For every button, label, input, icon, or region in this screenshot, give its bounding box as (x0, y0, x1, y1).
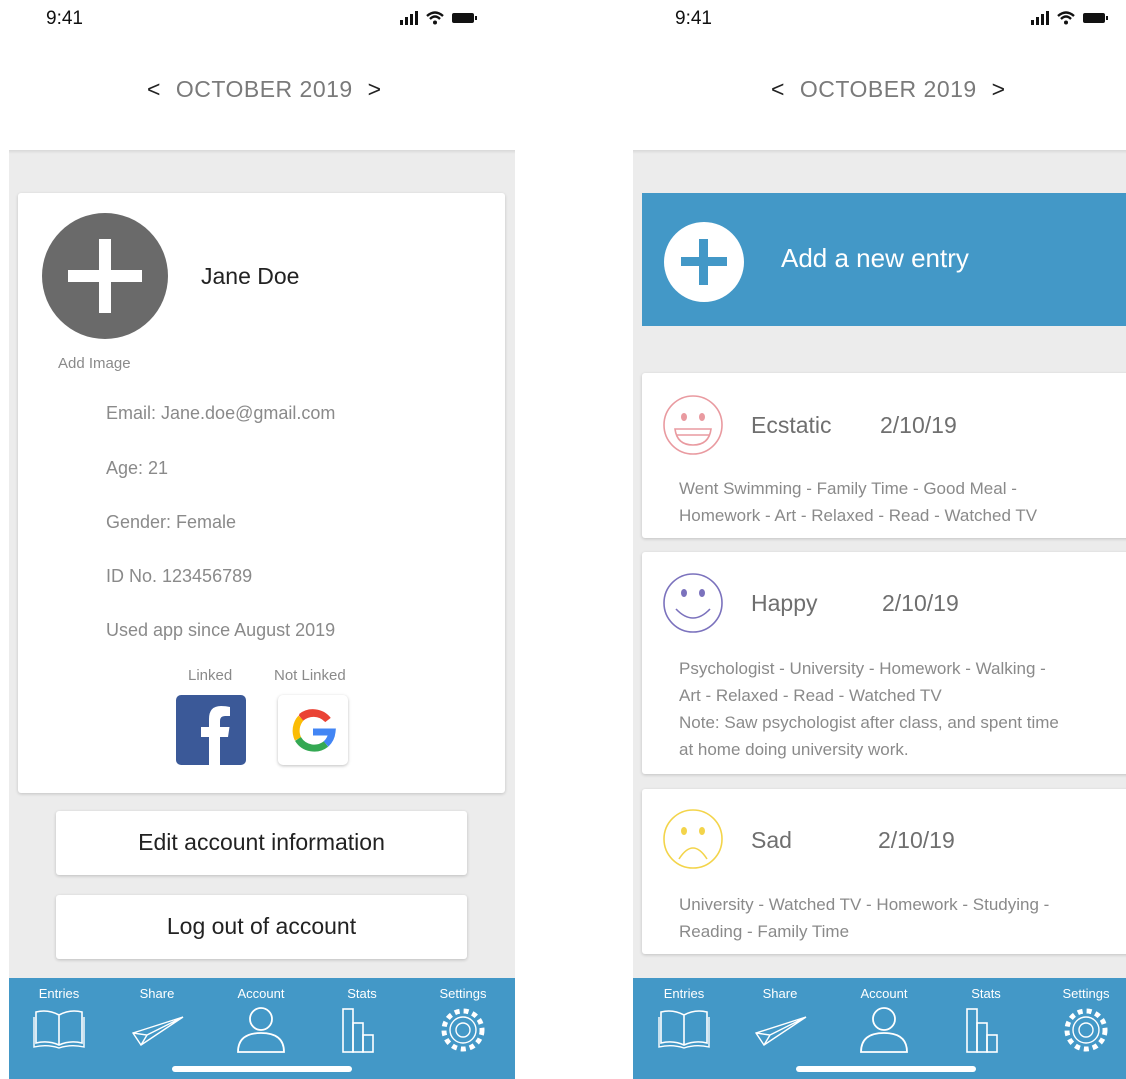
tab-label: Stats (971, 986, 1001, 1001)
month-navigator: < OCTOBER 2019 > (771, 76, 1006, 103)
home-indicator[interactable] (796, 1066, 976, 1072)
mood-label: Happy (751, 590, 818, 616)
next-month-button[interactable]: > (992, 76, 1006, 102)
tags-line: Went Swimming - Family Time - Good Meal … (679, 479, 1017, 498)
sad-face-icon (663, 809, 723, 869)
person-icon (860, 1007, 908, 1053)
tab-account[interactable]: Account (839, 978, 929, 1053)
happy-face-icon (663, 573, 723, 633)
add-entry-label: Add a new entry (781, 243, 969, 273)
note-line: Note: Saw psychologist after class, and … (679, 713, 1059, 732)
tab-label: Settings (1062, 986, 1110, 1001)
tab-label: Entries (38, 986, 80, 1001)
month-navigator: < OCTOBER 2019 > (147, 76, 382, 103)
facebook-status: Linked (188, 667, 233, 684)
entry-date: 2/10/19 (880, 412, 957, 438)
edit-account-button[interactable]: Edit account information (56, 811, 467, 875)
member-since-text: Used app since August 2019 (106, 620, 336, 640)
entry-card[interactable]: Sad 2/10/19 University - Watched TV - Ho… (642, 789, 1126, 954)
mood-label: Sad (751, 827, 792, 853)
tab-bar: Entries Share Account Stats Settings (633, 978, 1126, 1079)
tab-label: Account (237, 986, 285, 1001)
account-screen: 9:41 < OCTOBER 2019 > Jane Doe Add Image… (0, 0, 520, 1079)
add-image-button[interactable] (42, 213, 168, 339)
prev-month-button[interactable]: < (771, 76, 785, 102)
gender-text: Gender: Female (106, 512, 237, 532)
tab-label: Share (762, 986, 798, 1001)
next-month-button[interactable]: > (368, 76, 382, 102)
entry-date: 2/10/19 (882, 590, 959, 616)
gear-icon (1064, 1008, 1108, 1052)
facebook-icon (201, 706, 230, 765)
book-icon (658, 1010, 710, 1049)
tab-account[interactable]: Account (216, 978, 306, 1053)
tab-settings[interactable]: Settings (418, 978, 508, 1053)
google-icon (290, 709, 336, 755)
month-label: OCTOBER 2019 (175, 76, 353, 102)
person-icon (237, 1007, 285, 1053)
tab-label: Entries (663, 986, 705, 1001)
plus-icon (664, 222, 744, 302)
add-image-label: Add Image (58, 355, 131, 372)
tags-line: University - Watched TV - Homework - Stu… (679, 895, 1050, 914)
home-indicator[interactable] (172, 1066, 352, 1072)
entry-card[interactable]: Happy 2/10/19 Psychologist - University … (642, 552, 1126, 774)
status-icons (1031, 11, 1108, 25)
bar-chart-icon (342, 1008, 374, 1053)
tab-label: Share (139, 986, 175, 1001)
facebook-link-button[interactable] (176, 695, 246, 765)
tags-line: Art - Relaxed - Read - Watched TV (679, 686, 942, 705)
google-link-button[interactable] (278, 695, 348, 765)
entry-tags: University - Watched TV - Homework - Stu… (679, 891, 1119, 945)
email-text: Email: Jane.doe@gmail.com (106, 403, 336, 423)
age-text: Age: 21 (106, 458, 169, 478)
tab-stats[interactable]: Stats (941, 978, 1031, 1053)
divider (633, 150, 1126, 154)
divider (9, 150, 515, 154)
tab-entries[interactable]: Entries (639, 978, 729, 1049)
tab-label: Account (860, 986, 908, 1001)
tab-label: Settings (439, 986, 487, 1001)
tab-label: Stats (347, 986, 377, 1001)
book-icon (33, 1010, 85, 1049)
logout-button[interactable]: Log out of account (56, 895, 467, 959)
tab-bar: Entries Share Account Stats Settings (9, 978, 515, 1079)
entry-date: 2/10/19 (878, 827, 955, 853)
profile-card: Jane Doe Add Image Email: Jane.doe@gmail… (18, 193, 505, 793)
gear-icon (441, 1008, 485, 1052)
tab-stats[interactable]: Stats (317, 978, 407, 1053)
tags-line: Homework - Art - Relaxed - Read - Watche… (679, 506, 1038, 525)
add-entry-button[interactable]: Add a new entry (642, 193, 1126, 326)
ecstatic-face-icon (663, 395, 723, 455)
tab-entries[interactable]: Entries (14, 978, 104, 1049)
tab-settings[interactable]: Settings (1041, 978, 1126, 1053)
mood-label: Ecstatic (751, 412, 832, 438)
status-time: 9:41 (675, 8, 712, 29)
bar-chart-icon (966, 1008, 998, 1053)
paper-plane-icon (131, 1016, 184, 1046)
entry-tags: Went Swimming - Family Time - Good Meal … (679, 475, 1119, 529)
tab-share[interactable]: Share (112, 978, 202, 1049)
tags-line: Psychologist - University - Homework - W… (679, 659, 1046, 678)
google-status: Not Linked (274, 667, 346, 684)
user-name: Jane Doe (201, 263, 300, 289)
month-label: OCTOBER 2019 (799, 76, 977, 102)
entry-tags: Psychologist - University - Homework - W… (679, 655, 1119, 763)
paper-plane-icon (754, 1016, 807, 1046)
prev-month-button[interactable]: < (147, 76, 161, 102)
tags-line: Reading - Family Time (679, 922, 850, 941)
status-icons (400, 11, 477, 25)
tab-share[interactable]: Share (735, 978, 825, 1049)
id-text: ID No. 123456789 (106, 566, 253, 586)
entry-card[interactable]: Ecstatic 2/10/19 Went Swimming - Family … (642, 373, 1126, 538)
status-time: 9:41 (46, 8, 83, 29)
note-line: at home doing university work. (679, 740, 909, 759)
entries-screen: 9:41 < OCTOBER 2019 > Add a new entry Ec… (633, 0, 1126, 1079)
